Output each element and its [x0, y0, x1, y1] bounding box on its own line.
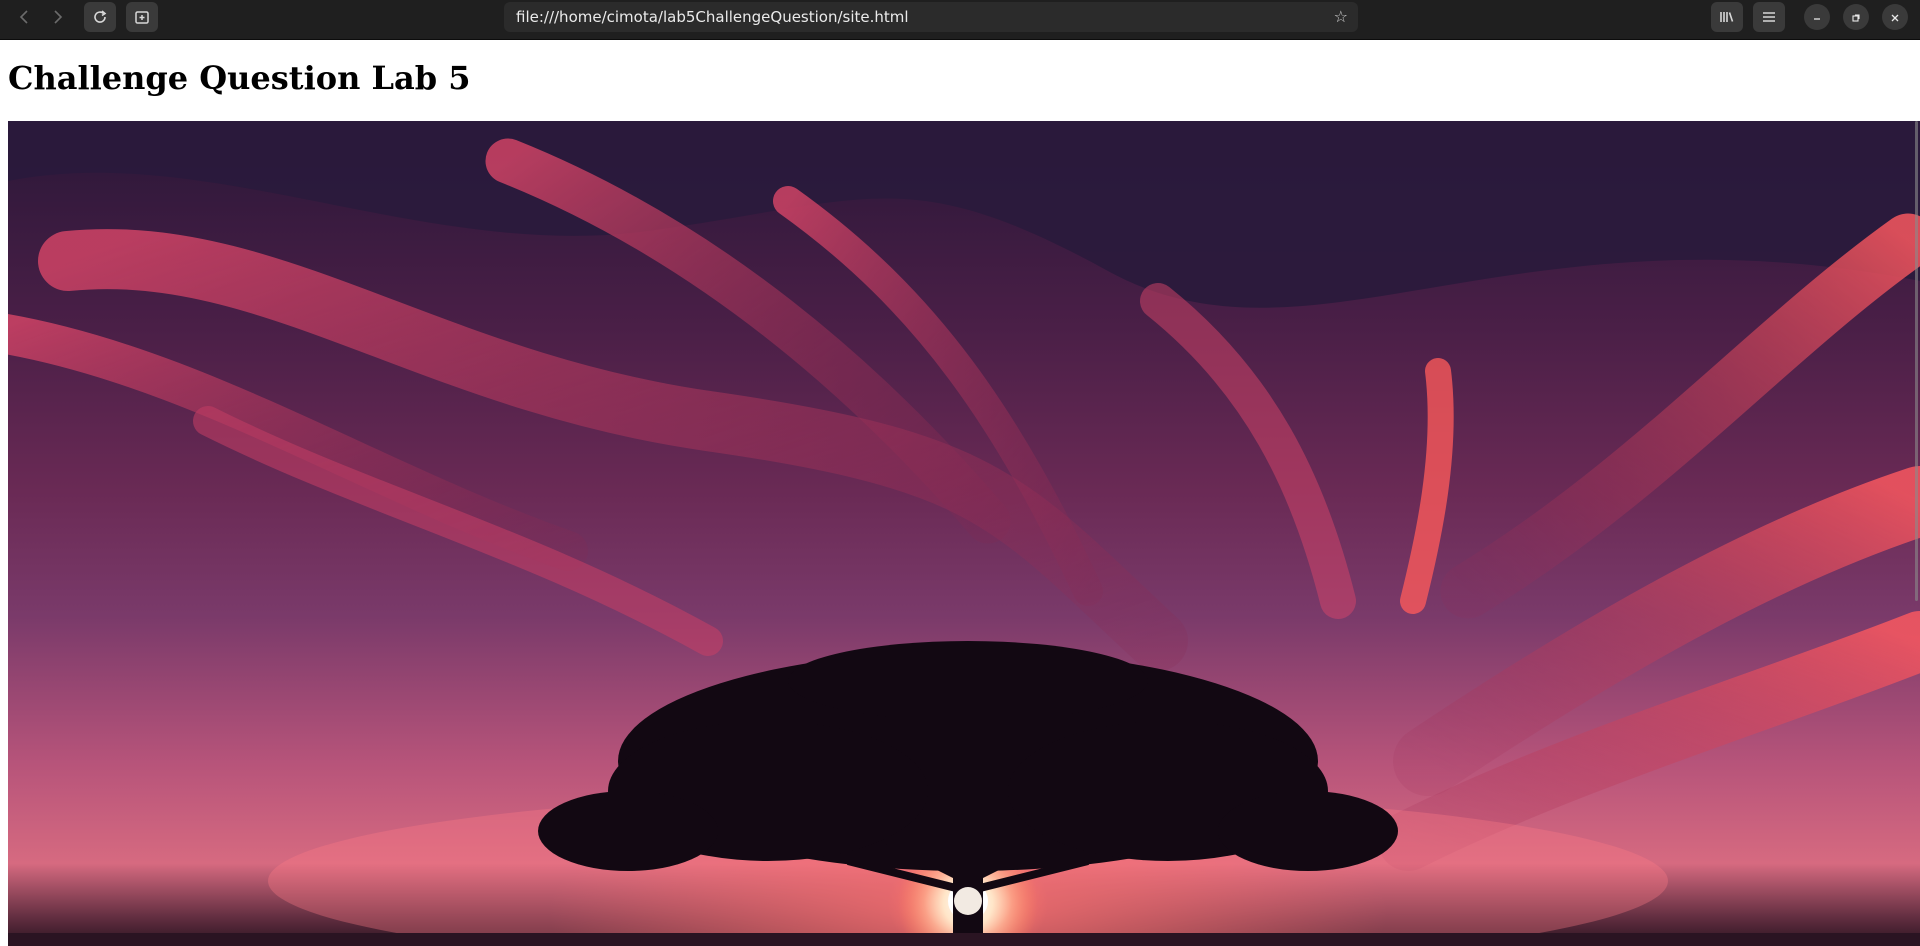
- back-button[interactable]: [8, 2, 40, 32]
- close-icon: [1890, 8, 1900, 27]
- address-url[interactable]: file:///home/cimota/lab5ChallengeQuestio…: [516, 2, 909, 32]
- sunset-illustration: [8, 121, 1920, 946]
- library-button[interactable]: [1711, 2, 1743, 32]
- browser-toolbar: file:///home/cimota/lab5ChallengeQuestio…: [0, 0, 1920, 40]
- forward-button[interactable]: [42, 2, 74, 32]
- new-tab-button[interactable]: [126, 2, 158, 32]
- star-icon[interactable]: ☆: [1334, 2, 1348, 32]
- hamburger-menu-icon: [1762, 11, 1776, 23]
- menu-button[interactable]: [1753, 2, 1785, 32]
- reload-button[interactable]: [84, 2, 116, 32]
- reload-icon: [92, 9, 108, 25]
- sunset-tree-photo: [8, 121, 1920, 946]
- minimize-icon: [1812, 8, 1822, 27]
- back-arrow-icon: [19, 9, 29, 25]
- restore-button[interactable]: [1843, 4, 1869, 30]
- scrollbar[interactable]: [1915, 121, 1918, 601]
- close-button[interactable]: [1882, 4, 1908, 30]
- restore-icon: [1851, 8, 1861, 27]
- minimize-button[interactable]: [1804, 4, 1830, 30]
- forward-arrow-icon: [53, 9, 63, 25]
- page-content: Challenge Question Lab 5: [0, 40, 1920, 946]
- page-title: Challenge Question Lab 5: [8, 59, 471, 97]
- address-bar[interactable]: file:///home/cimota/lab5ChallengeQuestio…: [504, 2, 1358, 32]
- new-tab-icon: [134, 9, 150, 25]
- library-icon: [1719, 9, 1735, 25]
